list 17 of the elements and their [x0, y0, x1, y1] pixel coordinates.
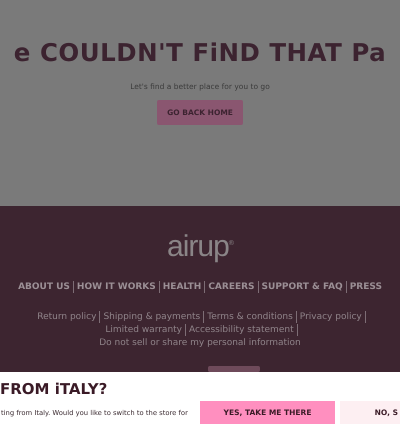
brand-logo: airup$^{®}$ — [167, 229, 233, 265]
footer-nav-link[interactable]: HOW IT WORKS — [72, 281, 159, 293]
legal-link[interactable]: Accessibility statement — [186, 324, 298, 336]
footer-nav-link[interactable]: PRESS — [346, 281, 385, 293]
legal-link[interactable]: Do not sell or share my personal information — [96, 337, 304, 349]
footer-nav-link[interactable]: HEALTH — [158, 281, 204, 293]
footer-nav-link[interactable]: ABOUT US — [15, 281, 73, 293]
legal-link[interactable]: Terms & conditions — [204, 311, 297, 323]
legal-link[interactable]: Shipping & payments — [100, 311, 204, 323]
footer-nav-link[interactable]: CAREERS — [204, 281, 258, 293]
footer-button[interactable] — [208, 366, 260, 372]
footer-nav-link[interactable]: SUPPORT & FAQ — [258, 281, 346, 293]
banner-title: FROM iTALY? — [0, 380, 108, 398]
page-heading: e COULDN'T FiND THAT Pa — [12, 37, 388, 69]
legal-link[interactable]: Return policy — [34, 311, 100, 323]
legal-link[interactable]: Privacy policy — [296, 311, 366, 323]
legal-link[interactable]: Limited warranty — [102, 324, 186, 336]
